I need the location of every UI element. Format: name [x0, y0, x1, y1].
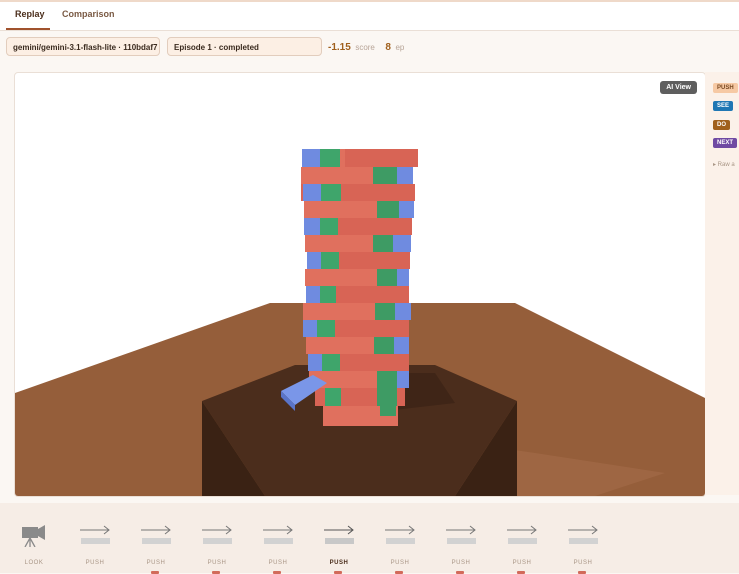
jenga-scene [15, 149, 705, 496]
tab-comparison[interactable]: Comparison [62, 9, 115, 19]
model-selector[interactable]: gemini/gemini-3.1-flash-lite · 110bdaf7 [6, 37, 160, 56]
tag-do: DO [713, 120, 730, 130]
raw-toggle[interactable]: ▸ Raw a [713, 161, 735, 168]
timeline-step-push[interactable]: PUSH [375, 515, 425, 574]
episode-unit: ep [395, 43, 405, 52]
step-label: PUSH [573, 560, 593, 566]
timeline-step-look[interactable]: LOOK [9, 515, 59, 573]
score-value: -1.15 [328, 42, 351, 53]
tab-bar: Replay Comparison [0, 2, 739, 31]
arrow-right-icon [202, 525, 232, 544]
arrow-right-icon [263, 525, 293, 544]
episode-count: 8 [385, 42, 391, 53]
step-label: PUSH [390, 560, 410, 566]
timeline-step-push[interactable]: PUSH [497, 515, 547, 574]
tag-see: SEE [713, 101, 734, 111]
timeline-step-push[interactable]: PUSH [131, 515, 181, 574]
timeline-step-push[interactable]: PUSH [436, 515, 486, 574]
step-label: PUSH [207, 560, 227, 566]
arrow-right-icon [141, 525, 171, 544]
replay-toolbar: gemini/gemini-3.1-flash-lite · 110bdaf7 … [0, 31, 739, 68]
step-timeline: LOOK PUSH PUSH PUSH PUSH PUSH PUSH PUSH … [0, 503, 739, 574]
arrow-right-icon [446, 525, 476, 544]
timeline-step-push[interactable]: PUSH [192, 515, 242, 574]
action-details-panel: PUSH SEE DO NEXT ▸ Raw a [705, 72, 739, 495]
active-tab-indicator [6, 28, 50, 30]
step-label: PUSH [451, 560, 471, 566]
step-label: PUSH [512, 560, 532, 566]
arrow-right-icon [385, 525, 415, 544]
timeline-step-push[interactable]: PUSH [558, 515, 608, 574]
step-label: PUSH [85, 560, 105, 566]
step-label: PUSH [146, 560, 166, 566]
step-label: LOOK [24, 560, 44, 566]
timeline-step-push[interactable]: PUSH [70, 515, 120, 573]
arrow-right-icon [324, 525, 354, 544]
score-summary: -1.15 score 8 ep [328, 42, 404, 53]
arrow-right-icon [80, 525, 110, 544]
scene-viewer[interactable]: AI View [14, 72, 706, 497]
camera-icon [22, 525, 45, 547]
arrow-right-icon [568, 525, 598, 544]
episode-selector[interactable]: Episode 1 · completed [167, 37, 322, 56]
tab-replay[interactable]: Replay [15, 9, 45, 19]
timeline-step-push-active[interactable]: PUSH [314, 515, 364, 574]
tag-push: PUSH [713, 83, 738, 93]
step-label: PUSH [329, 560, 349, 566]
score-unit: score [355, 43, 375, 52]
arrow-right-icon [507, 525, 537, 544]
tag-next: NEXT [713, 138, 738, 148]
step-label: PUSH [268, 560, 288, 566]
timeline-step-push[interactable]: PUSH [253, 515, 303, 574]
ai-view-button[interactable]: AI View [660, 81, 697, 94]
